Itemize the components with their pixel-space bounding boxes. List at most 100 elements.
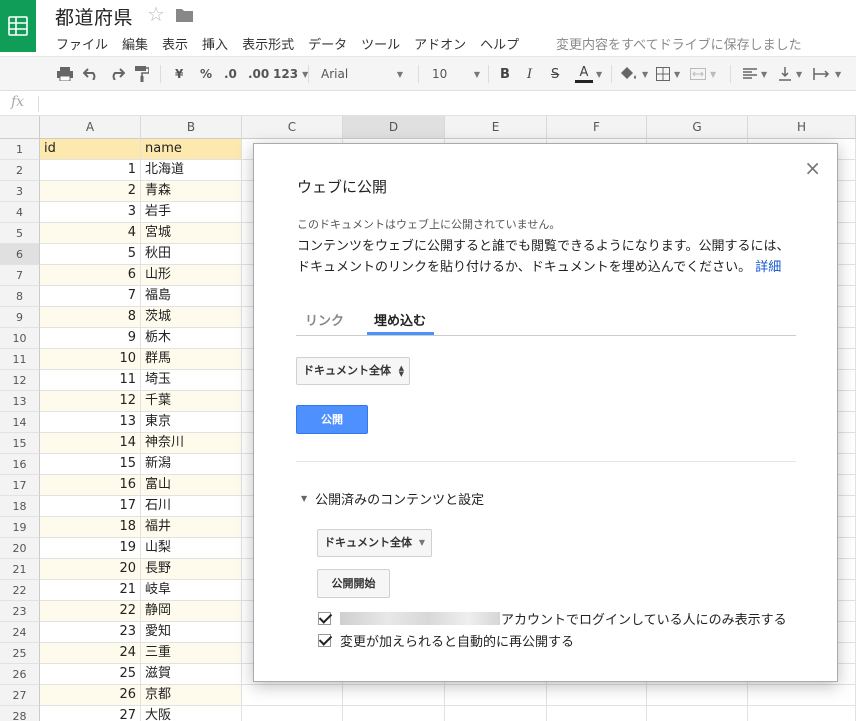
print-icon[interactable]	[57, 57, 73, 91]
empty-cell[interactable]	[445, 706, 547, 721]
name-cell[interactable]: 東京	[141, 412, 242, 433]
row-header[interactable]: 8	[0, 286, 40, 307]
auto-republish-option[interactable]: 変更が加えられると自動的に再公開する	[318, 631, 574, 650]
name-cell[interactable]: 岐阜	[141, 580, 242, 601]
name-cell[interactable]: 長野	[141, 559, 242, 580]
menu-edit[interactable]: 編集	[115, 31, 155, 56]
star-icon[interactable]: ☆	[147, 2, 165, 26]
increase-decimal-button[interactable]: .00	[248, 57, 269, 91]
decrease-decimal-button[interactable]: .0	[224, 57, 237, 91]
empty-cell[interactable]	[647, 685, 748, 706]
row-header[interactable]: 18	[0, 496, 40, 517]
italic-button[interactable]: I	[527, 57, 532, 91]
id-cell[interactable]: 19	[40, 538, 141, 559]
menu-view[interactable]: 表示	[155, 31, 195, 56]
name-cell[interactable]: 山梨	[141, 538, 242, 559]
name-cell[interactable]: 神奈川	[141, 433, 242, 454]
id-cell[interactable]: 17	[40, 496, 141, 517]
merge-cells-icon[interactable]: ▼	[690, 57, 716, 91]
header-cell-id[interactable]: id	[40, 139, 141, 160]
row-header[interactable]: 21	[0, 559, 40, 580]
name-cell[interactable]: 千葉	[141, 391, 242, 412]
align-horizontal-icon[interactable]: ▼	[743, 57, 767, 91]
row-header[interactable]: 12	[0, 370, 40, 391]
account-only-option[interactable]: アカウントでログインしている人にのみ表示する	[318, 609, 787, 628]
text-color-button[interactable]: A	[575, 57, 593, 91]
row-header[interactable]: 22	[0, 580, 40, 601]
id-cell[interactable]: 7	[40, 286, 141, 307]
empty-cell[interactable]	[547, 706, 647, 721]
id-cell[interactable]: 12	[40, 391, 141, 412]
row-header[interactable]: 6	[0, 244, 40, 265]
id-cell[interactable]: 20	[40, 559, 141, 580]
text-wrap-icon[interactable]: ▼	[813, 57, 841, 91]
id-cell[interactable]: 23	[40, 622, 141, 643]
formula-bar[interactable]: fx	[0, 92, 856, 116]
published-content-settings-toggle[interactable]: ▼ 公開済みのコンテンツと設定	[301, 489, 484, 508]
name-cell[interactable]: 宮城	[141, 223, 242, 244]
column-header-f[interactable]: F	[547, 116, 647, 139]
publish-button[interactable]: 公開	[296, 405, 368, 434]
name-cell[interactable]: 山形	[141, 265, 242, 286]
sheets-logo-icon[interactable]	[0, 0, 36, 52]
menu-insert[interactable]: 挿入	[195, 31, 235, 56]
empty-cell[interactable]	[647, 706, 748, 721]
start-publishing-button[interactable]: 公開開始	[317, 569, 390, 598]
document-title[interactable]: 都道府県	[55, 3, 133, 30]
column-header-h[interactable]: H	[748, 116, 856, 139]
empty-cell[interactable]	[343, 706, 445, 721]
publish-scope-select[interactable]: ドキュメント全体 ▲ ▼	[296, 357, 410, 385]
empty-cell[interactable]	[748, 685, 856, 706]
name-cell[interactable]: 富山	[141, 475, 242, 496]
select-all-corner[interactable]	[0, 116, 40, 139]
name-cell[interactable]: 福島	[141, 286, 242, 307]
menu-addons[interactable]: アドオン	[407, 31, 473, 56]
id-cell[interactable]: 18	[40, 517, 141, 538]
name-cell[interactable]: 愛知	[141, 622, 242, 643]
account-only-checkbox[interactable]	[318, 612, 331, 625]
id-cell[interactable]: 26	[40, 685, 141, 706]
id-cell[interactable]: 9	[40, 328, 141, 349]
tab-link[interactable]: リンク	[305, 310, 344, 335]
name-cell[interactable]: 滋賀	[141, 664, 242, 685]
fill-color-icon[interactable]: ▼	[620, 57, 648, 91]
name-cell[interactable]: 石川	[141, 496, 242, 517]
chevron-down-icon[interactable]: ▼	[596, 57, 602, 91]
row-header[interactable]: 11	[0, 349, 40, 370]
name-cell[interactable]: 大阪	[141, 706, 242, 721]
name-cell[interactable]: 栃木	[141, 328, 242, 349]
id-cell[interactable]: 13	[40, 412, 141, 433]
row-header[interactable]: 3	[0, 181, 40, 202]
row-header[interactable]: 28	[0, 706, 40, 721]
save-status[interactable]: 変更内容をすべてドライブに保存しました	[556, 31, 802, 56]
id-cell[interactable]: 1	[40, 160, 141, 181]
font-family-dropdown[interactable]: Arial ▼	[321, 57, 403, 91]
number-format-dropdown[interactable]: 123 ▼	[273, 57, 308, 91]
menu-tools[interactable]: ツール	[354, 31, 407, 56]
currency-format-button[interactable]: ¥	[175, 57, 183, 91]
column-header-g[interactable]: G	[647, 116, 748, 139]
id-cell[interactable]: 16	[40, 475, 141, 496]
empty-cell[interactable]	[748, 706, 856, 721]
name-cell[interactable]: 秋田	[141, 244, 242, 265]
row-header[interactable]: 19	[0, 517, 40, 538]
name-cell[interactable]: 岩手	[141, 202, 242, 223]
empty-cell[interactable]	[445, 685, 547, 706]
redo-icon[interactable]	[109, 57, 125, 91]
row-header[interactable]: 2	[0, 160, 40, 181]
row-header[interactable]: 14	[0, 412, 40, 433]
empty-cell[interactable]	[343, 685, 445, 706]
row-header[interactable]: 20	[0, 538, 40, 559]
row-header[interactable]: 24	[0, 622, 40, 643]
row-header[interactable]: 13	[0, 391, 40, 412]
header-cell-name[interactable]: name	[141, 139, 242, 160]
id-cell[interactable]: 27	[40, 706, 141, 721]
row-header[interactable]: 1	[0, 139, 40, 160]
menu-file[interactable]: ファイル	[49, 31, 115, 56]
row-header[interactable]: 10	[0, 328, 40, 349]
id-cell[interactable]: 14	[40, 433, 141, 454]
percent-format-button[interactable]: %	[200, 57, 212, 91]
name-cell[interactable]: 埼玉	[141, 370, 242, 391]
row-header[interactable]: 5	[0, 223, 40, 244]
row-header[interactable]: 27	[0, 685, 40, 706]
